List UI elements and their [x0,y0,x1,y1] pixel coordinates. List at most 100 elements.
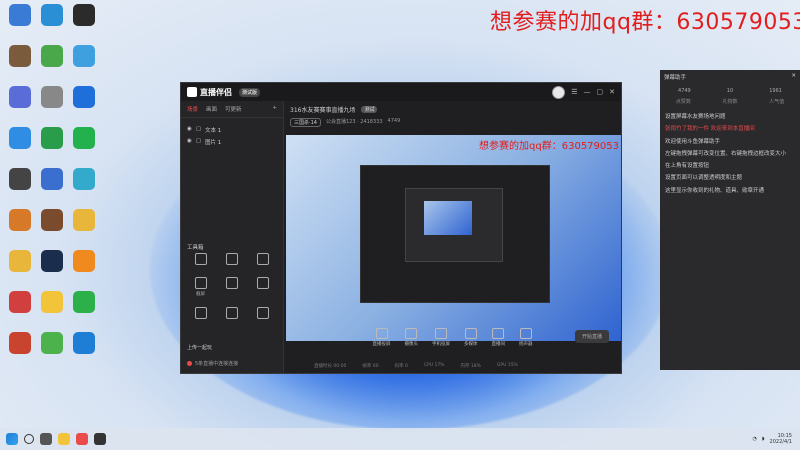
lock-icon[interactable]: ▢ [196,138,201,146]
file-explorer-icon[interactable] [58,433,70,445]
desktop-icon[interactable] [2,127,38,167]
add-scene-icon[interactable]: + [272,105,277,113]
desktop-icon[interactable] [2,291,38,331]
eye-icon[interactable]: ◉ [187,138,192,146]
guild-info: 公会直播123 · 2418333 [325,119,383,125]
tool-item[interactable] [248,277,279,297]
source-item[interactable]: ◉ ▢ 文本 1 [181,124,283,136]
volume-icon[interactable]: ◗ [762,436,765,442]
media-button[interactable]: 多媒体 [464,327,478,347]
status-line: 5条直播中连接连接 [187,360,238,367]
stream-preview[interactable]: 想参赛的加qq群：630579053 [286,135,621,341]
desktop-icon[interactable] [66,168,102,208]
left-panel: 场景 画面 可更新 + ◉ ▢ 文本 1 ◉ ▢ 图片 1 工具箱 截屏 上传一… [181,101,284,373]
nested-window [424,201,472,235]
desktop-icon[interactable] [66,127,102,167]
desktop-icon[interactable] [66,209,102,249]
status-text: 5条直播中连接连接 [195,361,239,367]
desktop-icon[interactable] [34,168,70,208]
close-icon[interactable]: ✕ [609,88,615,96]
tool-icon [194,253,207,265]
lock-icon[interactable]: ▢ [196,126,201,134]
app-icon [73,250,95,272]
desktop-icon[interactable] [2,45,38,85]
source-item[interactable]: ◉ ▢ 图片 1 [181,136,283,148]
scene-tabs: 场景 画面 可更新 + [181,101,283,118]
desktop-icon[interactable] [2,209,38,249]
danmu-message: 设置屏幕水友赛场地问题 [665,114,726,120]
danmu-message: 欢迎使用斗鱼弹幕助手 [665,138,721,145]
tab-update[interactable]: 可更新 [225,105,242,113]
maximize-icon[interactable]: ▢ [597,88,604,96]
wifi-icon[interactable]: ◔ [753,436,757,442]
start-icon[interactable] [6,433,18,445]
desktop-icon[interactable] [66,250,102,290]
desktop-icon[interactable] [2,250,38,290]
clock[interactable]: 10:15 2022/4/1 [770,433,792,446]
mic-button[interactable]: 直播间 [492,327,505,347]
desktop-icon[interactable] [66,86,102,126]
screen-cast-button[interactable]: 直播投屏 [373,327,391,347]
tool-item[interactable] [216,307,247,321]
tab-scene[interactable]: 场景 [187,105,198,113]
app-icon [41,168,63,190]
tool-item[interactable] [185,253,216,267]
desktop-icon[interactable] [66,332,102,372]
desktop-icon[interactable] [34,332,70,372]
desktop-icon[interactable] [34,127,70,167]
desktop-icon[interactable] [2,168,38,208]
taskbar-app-icon[interactable] [94,433,106,445]
menu-icon[interactable]: ☰ [571,88,577,96]
version-badge: 测试版 [239,87,261,97]
tool-icon [225,253,238,265]
desktop-icon[interactable] [34,45,70,85]
search-icon[interactable] [24,434,34,444]
desktop-icon[interactable] [34,4,70,44]
camera-button[interactable]: 摄像头 [405,327,418,347]
app-icon [9,4,31,26]
desktop-icon[interactable] [34,209,70,249]
source-label: 文本 1 [205,128,222,134]
desktop-icon[interactable] [34,86,70,126]
status-dot-icon [187,361,192,366]
app-icon [73,291,95,313]
tool-item[interactable] [216,253,247,267]
stats-bar: 直播时长 00:00 帧率 60 码率 0 CPU 17% 内存 18% GPU 15% [314,363,518,369]
desktop-icon[interactable] [2,332,38,372]
room-title: 316水友赛赛事直播九场 [290,107,356,114]
minimize-icon[interactable]: — [584,88,591,96]
tool-item[interactable] [216,277,247,297]
app-icon [73,209,95,231]
app-icon [9,291,31,313]
desktop-icon[interactable] [66,4,102,44]
app-icon [41,86,63,108]
tool-item[interactable]: 截屏 [185,277,216,297]
desktop-icon[interactable] [66,291,102,331]
app-icon [73,86,95,108]
tab-screen[interactable]: 画面 [206,105,217,113]
danmu-message: 设置页面可以调整透明度和主题 [665,175,743,182]
avatar[interactable] [552,85,566,99]
desktop-icon[interactable] [34,291,70,331]
desktop-icon[interactable] [34,250,70,290]
speaker-button[interactable]: 扬声器 [519,327,533,347]
danmu-count-labels: 点赞数 礼物数 人气值 [675,99,785,105]
close-icon[interactable]: ✕ [791,73,796,81]
desktop-icon[interactable] [2,86,38,126]
tool-item[interactable] [248,253,279,267]
start-live-button[interactable]: 开始直播 [574,330,609,343]
eye-icon[interactable]: ◉ [187,126,192,134]
tool-item[interactable] [185,307,216,321]
app-icon [73,4,95,26]
app-icon [73,168,95,190]
uplink-button[interactable]: 上传一起玩 [187,344,212,351]
desktop-icon[interactable] [2,4,38,44]
desktop-icon[interactable] [66,45,102,85]
taskbar-app-icon[interactable] [76,433,88,445]
tool-icon [257,277,270,289]
tool-icon [257,307,270,319]
task-view-icon[interactable] [40,433,52,445]
category-pill[interactable]: 三国杀·14 [290,118,321,127]
tool-item[interactable] [248,307,279,321]
phone-cast-button[interactable]: 手机投屏 [432,327,450,347]
